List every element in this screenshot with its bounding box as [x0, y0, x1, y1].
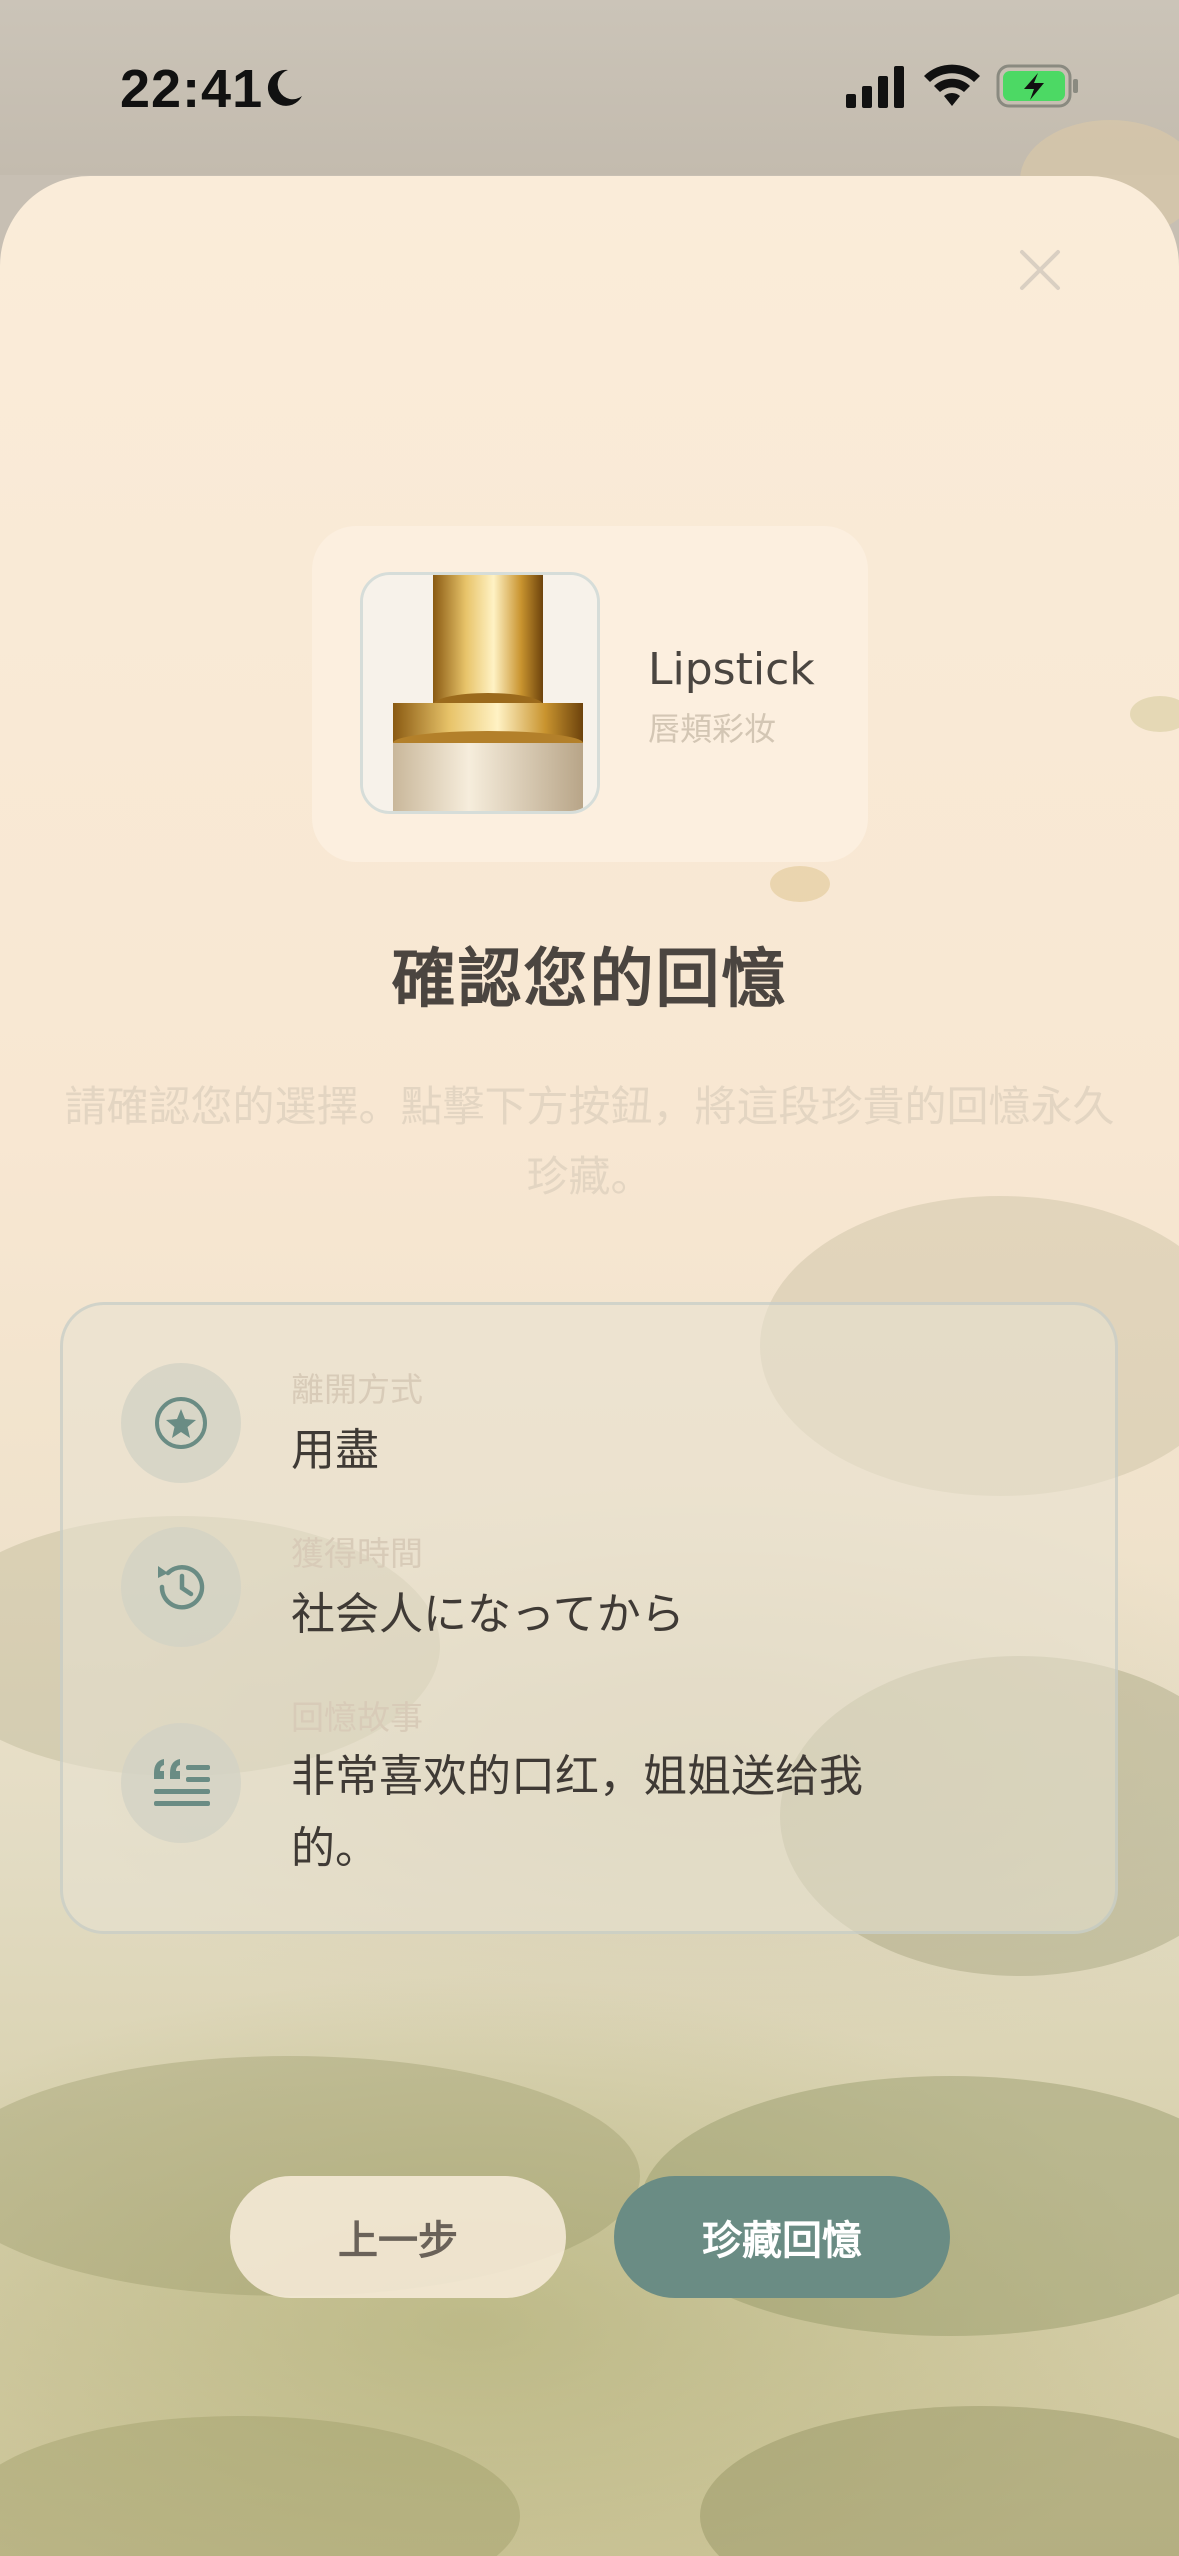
scenery-foliage — [700, 2406, 1179, 2556]
item-card: Lipstick 唇頬彩妆 — [312, 526, 868, 862]
status-time: 22:41 — [120, 59, 264, 119]
lipstick-illustration — [363, 575, 597, 811]
detail-value: 非常喜欢的口红，姐姐送给我的。 — [291, 1751, 863, 1874]
moon-icon — [267, 69, 302, 106]
memory-details-card: 離開方式 用盡 獲得時間 社会人になってから 回憶故事 非常喜欢的口红，姐姐送给… — [60, 1302, 1118, 1934]
detail-label: 獲得時間 — [291, 1534, 423, 1573]
wifi-icon — [924, 64, 980, 106]
close-icon[interactable] — [1010, 240, 1070, 300]
save-memory-button[interactable]: 珍藏回憶 — [614, 2176, 950, 2298]
lipstick-image — [360, 572, 600, 814]
detail-label: 離開方式 — [291, 1370, 423, 1409]
detail-value: 用盡 — [291, 1425, 379, 1476]
status-bar: 22:41 — [0, 0, 1179, 175]
scenery-foliage — [0, 2416, 520, 2556]
star-circle-icon — [121, 1363, 241, 1483]
back-button[interactable]: 上一步 — [230, 2176, 566, 2298]
cellular-signal-icon — [846, 66, 904, 108]
scenery-leaf — [770, 866, 830, 902]
page-title: 確認您的回憶 — [391, 943, 788, 1017]
detail-value: 社会人になってから — [291, 1589, 685, 1640]
item-category: 唇頬彩妆 — [648, 710, 777, 748]
confirmation-sheet: Lipstick 唇頬彩妆 確認您的回憶 請確認您的選擇。點擊下方按鈕，將這段珍… — [0, 176, 1179, 2556]
page-subtitle: 請確認您的選擇。點擊下方按鈕，將這段珍貴的回憶永久珍藏。 — [64, 1082, 1115, 1201]
item-name: Lipstick — [648, 644, 815, 695]
history-icon — [121, 1527, 241, 1647]
battery-charging-icon — [996, 64, 1078, 108]
quote-text-icon — [121, 1723, 241, 1843]
scenery-leaf — [1130, 696, 1179, 732]
detail-label: 回憶故事 — [291, 1698, 423, 1737]
